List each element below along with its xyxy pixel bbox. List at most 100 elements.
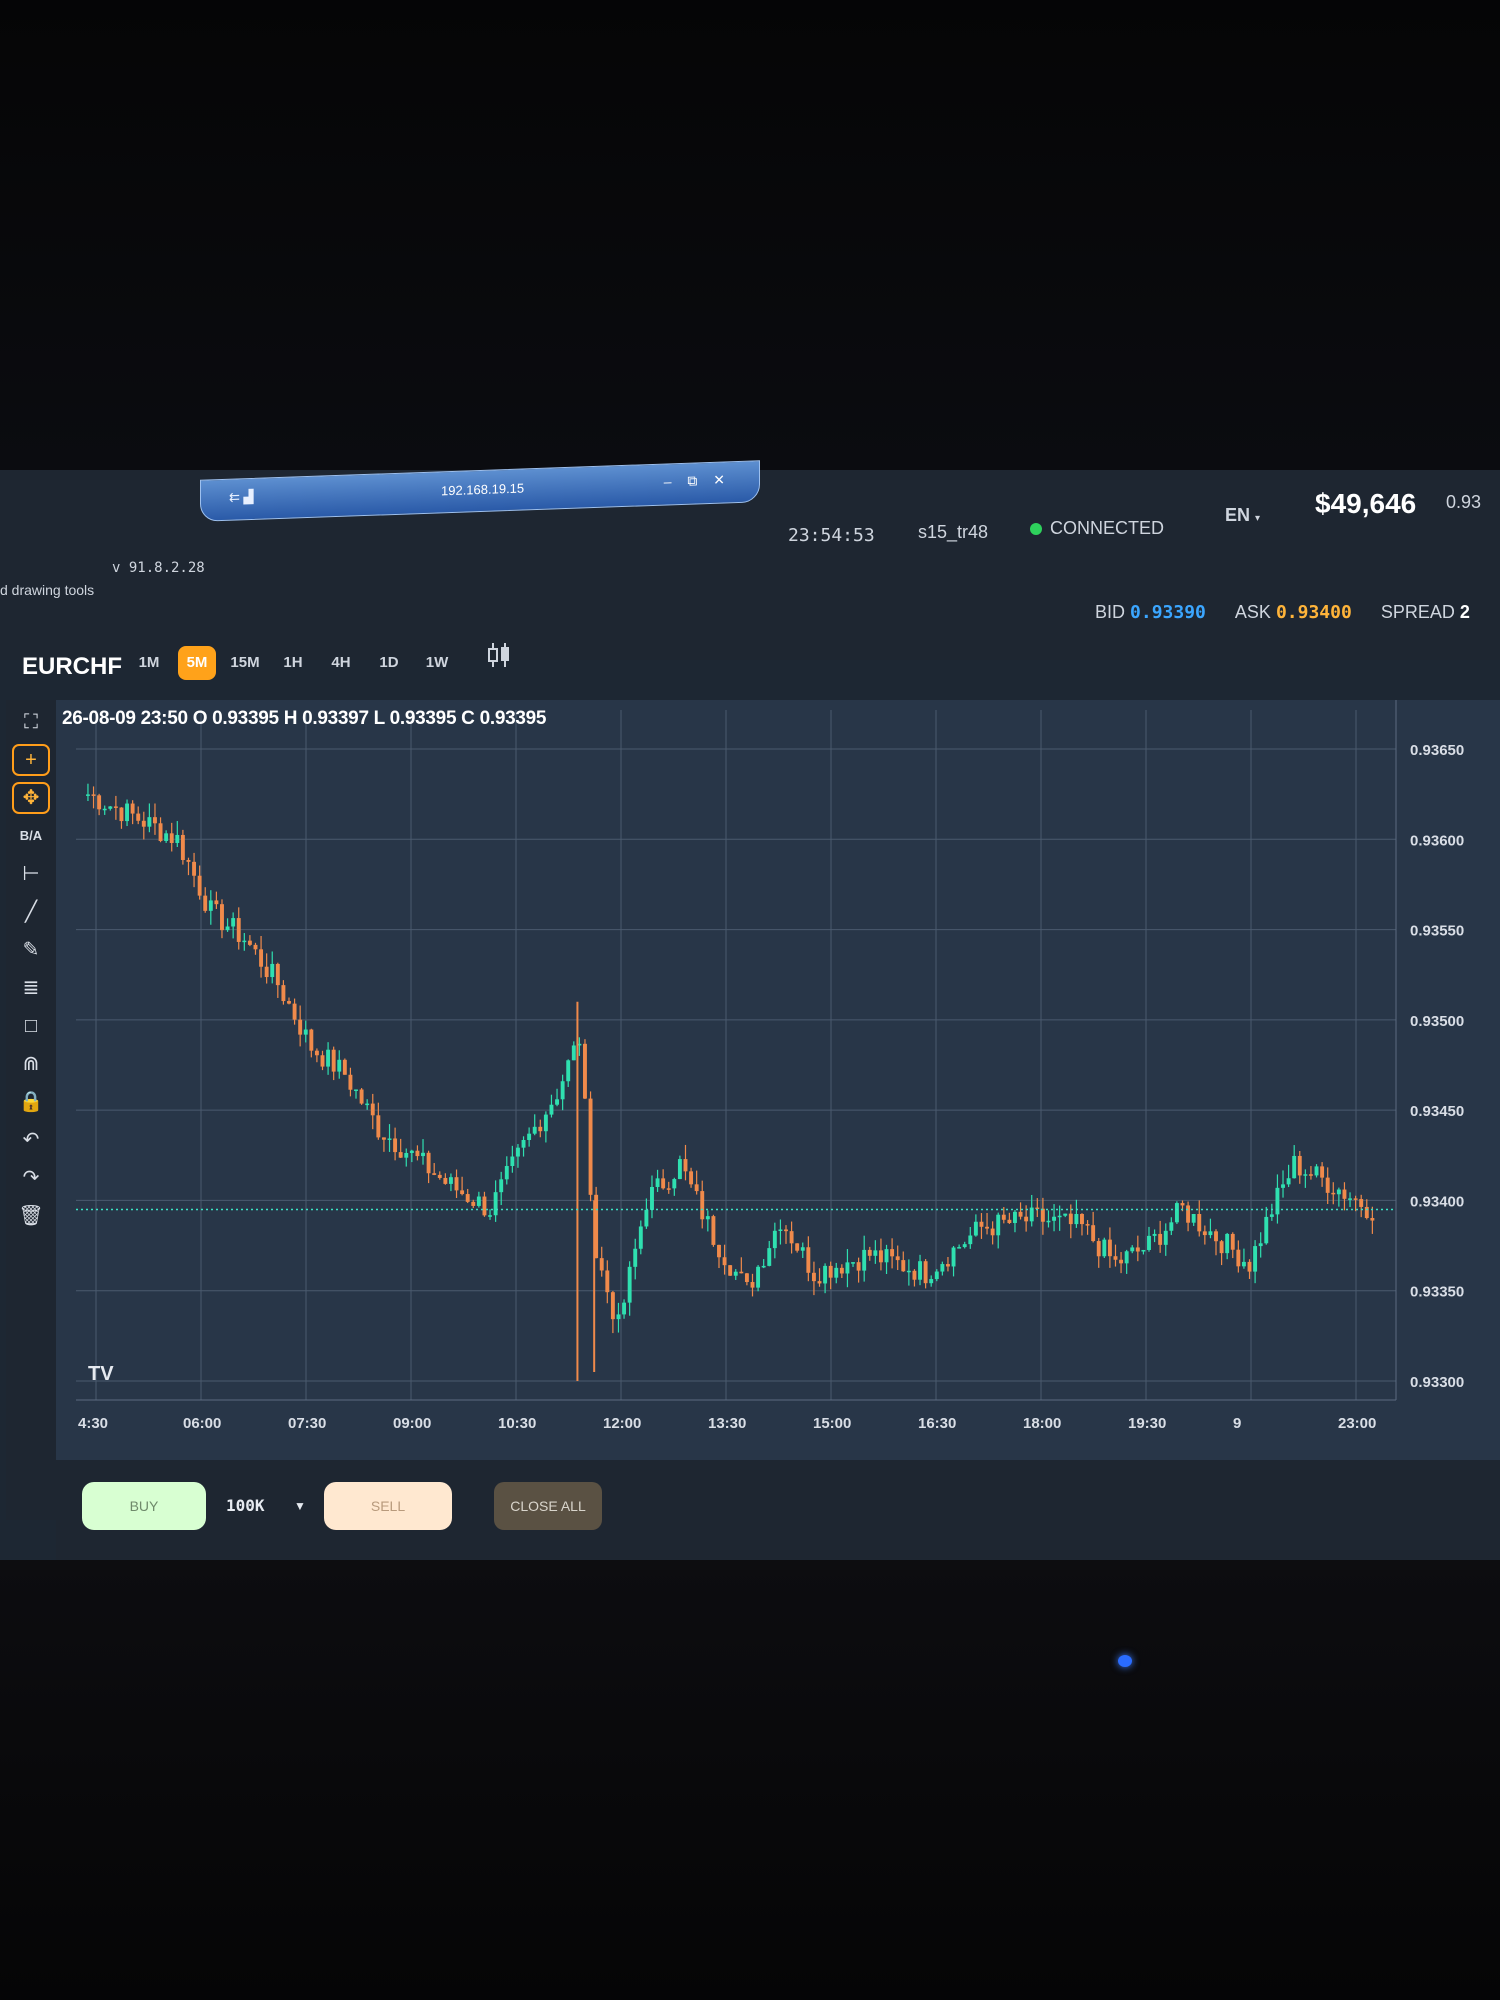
candle-body [147, 817, 152, 827]
fibonacci-icon[interactable]: ≣ [12, 972, 50, 1004]
candle-body [1325, 1177, 1330, 1193]
candle-body [108, 806, 113, 809]
candle-body [1096, 1241, 1101, 1257]
sell-button[interactable]: SELL [324, 1482, 452, 1530]
candle-body [1202, 1231, 1207, 1236]
redo-icon[interactable]: ↷ [12, 1162, 50, 1194]
tab-1h[interactable]: 1H [274, 646, 312, 680]
candle-body [566, 1060, 571, 1082]
trading-screen: ⇇ ▟ 192.168.19.15 ‒ ⧉ ✕ 23:54:53 s15_tr4… [0, 460, 1500, 1560]
candle-body [1113, 1256, 1118, 1260]
x-tick-label: 09:00 [393, 1415, 431, 1432]
candle-body [376, 1115, 381, 1138]
buy-button[interactable]: BUY [82, 1482, 206, 1530]
fullscreen-icon[interactable]: ⛶ [12, 706, 50, 738]
x-tick-label: 13:30 [708, 1415, 746, 1432]
candle-body [538, 1126, 543, 1132]
lot-size-select[interactable]: 100K [226, 1482, 265, 1530]
candle-body [141, 820, 146, 827]
candle-body [203, 895, 208, 911]
tab-4h[interactable]: 4H [322, 646, 360, 680]
candle-body [1359, 1199, 1364, 1207]
x-tick-label: 18:00 [1023, 1415, 1061, 1432]
candlestick-type-icon[interactable] [484, 640, 514, 676]
candle-body [1046, 1220, 1051, 1223]
y-tick-label: 0.93450 [1410, 1103, 1464, 1120]
candle-body [292, 1003, 297, 1020]
candle-body [365, 1103, 370, 1106]
server-clock: 23:54:53 [788, 525, 875, 546]
candle-body [465, 1194, 470, 1202]
magnet-icon[interactable]: ⋒ [12, 1048, 50, 1080]
candle-body [1152, 1233, 1157, 1236]
candle-body [1308, 1174, 1313, 1176]
candle-body [337, 1059, 342, 1072]
language-select[interactable]: EN ▾ [1225, 505, 1260, 526]
candle-body [314, 1050, 319, 1056]
rectangle-icon[interactable]: □ [12, 1010, 50, 1042]
candle-body [1258, 1243, 1263, 1247]
candle-body [1163, 1230, 1168, 1245]
candle-body [733, 1271, 738, 1276]
pencil-icon[interactable]: ✎ [12, 934, 50, 966]
chevron-down-icon[interactable]: ▼ [294, 1482, 306, 1530]
candle-body [1320, 1166, 1325, 1178]
candle-body [476, 1196, 481, 1206]
candle-body [1007, 1219, 1012, 1224]
candle-body [610, 1292, 615, 1320]
monitor-bezel-top [0, 0, 1500, 470]
tab-1d[interactable]: 1D [370, 646, 408, 680]
bid-ask-toggle[interactable]: B/A [12, 820, 50, 852]
candle-body [510, 1156, 515, 1167]
lock-icon[interactable]: 🔒 [12, 1086, 50, 1118]
candle-body [689, 1171, 694, 1185]
price-chart[interactable]: 0.93650 0.93600 0.93550 0.93500 0.93450 0.934… [56, 700, 1500, 1460]
candle-body [806, 1247, 811, 1273]
move-icon[interactable]: ✥ [12, 782, 50, 814]
candle-body [398, 1152, 403, 1158]
remote-desktop-bar[interactable]: ⇇ ▟ 192.168.19.15 ‒ ⧉ ✕ [200, 460, 760, 522]
candle-body [1024, 1216, 1029, 1222]
trendline-icon[interactable]: ╱ [12, 896, 50, 928]
symbol-title[interactable]: EURCHF [22, 653, 122, 681]
drawing-toolbar: ⛶ + ✥ B/A ⊢ ╱ ✎ ≣ □ ⋒ 🔒 ↶ ↷ 🗑 [6, 700, 57, 1520]
tab-15m[interactable]: 15M [226, 646, 264, 680]
candle-body [409, 1150, 414, 1153]
candle-body [348, 1074, 353, 1090]
close-all-button[interactable]: CLOSE ALL [494, 1482, 602, 1530]
tab-5m[interactable]: 5M [178, 646, 216, 680]
candle-body [354, 1089, 358, 1091]
candle-body [259, 949, 264, 967]
candle-body [918, 1261, 922, 1280]
candle-body [86, 794, 90, 796]
tab-1m[interactable]: 1M [130, 646, 168, 680]
tab-1w[interactable]: 1W [418, 646, 456, 680]
chart-svg[interactable]: 0.93650 0.93600 0.93550 0.93500 0.93450 0.934… [56, 700, 1500, 1460]
trash-icon[interactable]: 🗑 [12, 1200, 50, 1232]
candle-body [644, 1209, 649, 1227]
candle-body [153, 817, 157, 824]
candle-body [119, 807, 124, 822]
candle-body [722, 1257, 727, 1266]
crosshair-icon[interactable]: + [12, 744, 50, 776]
candle-body [834, 1267, 839, 1278]
candle-body [1074, 1213, 1079, 1225]
candle-body [1253, 1246, 1258, 1272]
candle-body [264, 966, 269, 978]
candle-body [521, 1139, 526, 1148]
candle-body [208, 900, 213, 911]
candle-body [756, 1266, 761, 1288]
measure-icon[interactable]: ⊢ [12, 858, 50, 890]
undo-icon[interactable]: ↶ [12, 1124, 50, 1156]
candle-body [454, 1177, 459, 1191]
candle-body [247, 940, 252, 945]
candle-body [1236, 1249, 1241, 1267]
candle-body [532, 1126, 537, 1134]
candle-body [1063, 1213, 1068, 1216]
app-header: ⇇ ▟ 192.168.19.15 ‒ ⧉ ✕ 23:54:53 s15_tr4… [0, 460, 1500, 680]
window-controls-icon[interactable]: ‒ ⧉ ✕ [664, 471, 731, 490]
candle-body [700, 1191, 705, 1220]
candle-body [1292, 1155, 1297, 1179]
candle-body [828, 1265, 833, 1278]
app-version: v 91.8.2.28 [112, 560, 205, 576]
